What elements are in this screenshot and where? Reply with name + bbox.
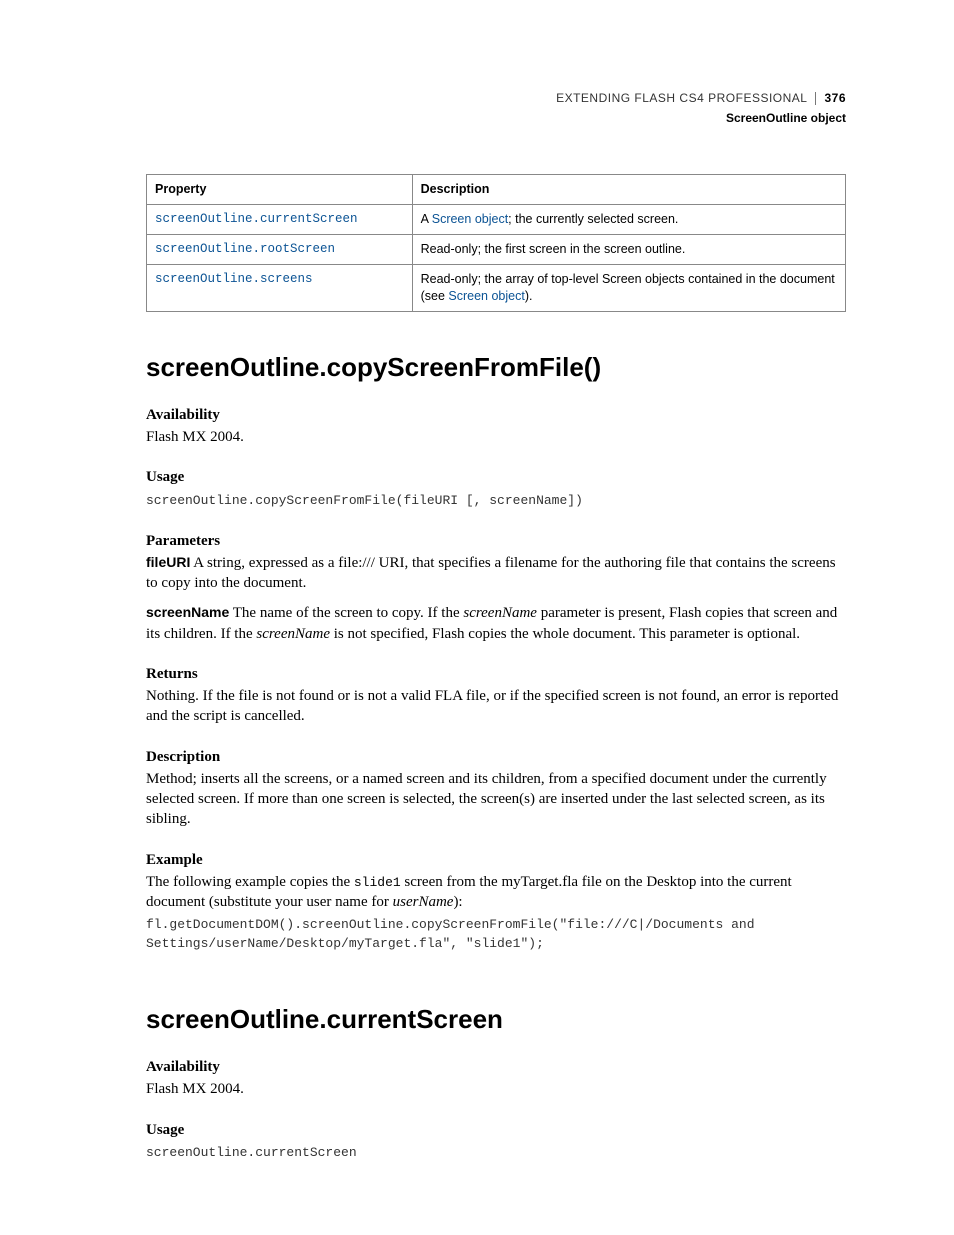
usage-code: screenOutline.currentScreen: [146, 1144, 846, 1163]
property-link-currentscreen[interactable]: screenOutline.currentScreen: [155, 212, 358, 226]
param-ital: screenName: [256, 626, 330, 642]
example-label: Example: [146, 850, 846, 870]
param-text: A string, expressed as a file:/// URI, t…: [146, 555, 836, 591]
table-row: screenOutline.screens Read-only; the arr…: [147, 265, 846, 312]
header-line1: EXTENDING FLASH CS4 PROFESSIONAL 376: [556, 90, 846, 106]
availability-text: Flash MX 2004.: [146, 427, 846, 447]
param-text: The name of the screen to copy. If the: [229, 605, 463, 621]
cell-description: Read-only; the array of top-level Screen…: [412, 265, 845, 312]
cell-property: screenOutline.screens: [147, 265, 413, 312]
param-screenname: screenName The name of the screen to cop…: [146, 603, 846, 644]
param-text: is not specified, Flash copies the whole…: [330, 626, 800, 642]
page: EXTENDING FLASH CS4 PROFESSIONAL 376 Scr…: [0, 0, 954, 1235]
cell-property: screenOutline.currentScreen: [147, 205, 413, 235]
param-ital: screenName: [463, 605, 537, 621]
example-text: The following example copies the: [146, 874, 354, 890]
availability-text: Flash MX 2004.: [146, 1079, 846, 1099]
th-description: Description: [412, 175, 845, 205]
header-title: EXTENDING FLASH CS4 PROFESSIONAL: [556, 90, 807, 106]
th-property: Property: [147, 175, 413, 205]
table-row: screenOutline.currentScreen A Screen obj…: [147, 205, 846, 235]
section-title-currentscreen: screenOutline.currentScreen: [146, 1002, 846, 1037]
example-intro: The following example copies the slide1 …: [146, 872, 846, 913]
cell-description: A Screen object; the currently selected …: [412, 205, 845, 235]
availability-label: Availability: [146, 405, 846, 425]
example-code: fl.getDocumentDOM().screenOutline.copySc…: [146, 916, 846, 954]
properties-table: Property Description screenOutline.curre…: [146, 174, 846, 311]
table-header-row: Property Description: [147, 175, 846, 205]
section-title-copyscreenfromfile: screenOutline.copyScreenFromFile(): [146, 350, 846, 385]
example-ital: userName: [393, 894, 454, 910]
returns-text: Nothing. If the file is not found or is …: [146, 686, 846, 727]
parameters-label: Parameters: [146, 531, 846, 551]
screen-object-link[interactable]: Screen object: [432, 212, 508, 226]
page-number: 376: [824, 90, 846, 106]
description-label: Description: [146, 747, 846, 767]
header-subtitle: ScreenOutline object: [146, 110, 846, 126]
desc-text: A: [421, 212, 432, 226]
usage-code: screenOutline.copyScreenFromFile(fileURI…: [146, 492, 846, 511]
screen-object-link[interactable]: Screen object: [448, 289, 524, 303]
running-header: EXTENDING FLASH CS4 PROFESSIONAL 376 Scr…: [146, 88, 846, 126]
param-name: fileURI: [146, 554, 190, 570]
example-inline-code: slide1: [354, 875, 401, 890]
header-separator: [815, 92, 816, 105]
table-row: screenOutline.rootScreen Read-only; the …: [147, 235, 846, 265]
availability-label: Availability: [146, 1057, 846, 1077]
desc-text: ).: [525, 289, 533, 303]
property-link-rootscreen[interactable]: screenOutline.rootScreen: [155, 242, 335, 256]
cell-description: Read-only; the first screen in the scree…: [412, 235, 845, 265]
property-link-screens[interactable]: screenOutline.screens: [155, 272, 313, 286]
returns-label: Returns: [146, 664, 846, 684]
example-text: ):: [453, 894, 462, 910]
param-fileuri: fileURI A string, expressed as a file://…: [146, 553, 846, 594]
desc-text: ; the currently selected screen.: [508, 212, 678, 226]
usage-label: Usage: [146, 467, 846, 487]
param-name: screenName: [146, 604, 229, 620]
cell-property: screenOutline.rootScreen: [147, 235, 413, 265]
usage-label: Usage: [146, 1120, 846, 1140]
description-text: Method; inserts all the screens, or a na…: [146, 769, 846, 830]
